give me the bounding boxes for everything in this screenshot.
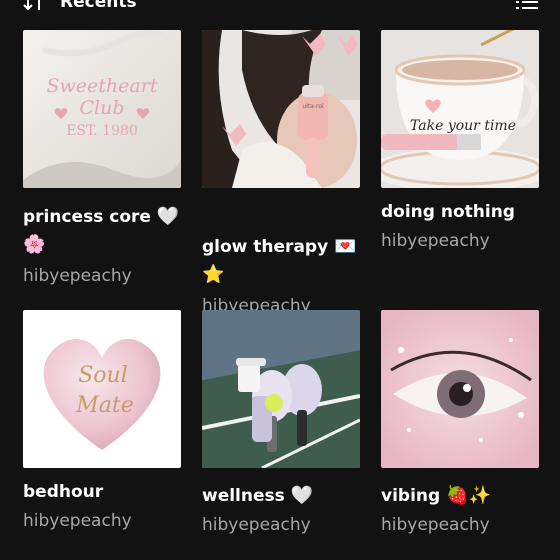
playlist-owner[interactable]: hibyepeachy <box>202 514 311 536</box>
playlist-title-cont[interactable]: ⭐ <box>202 261 224 289</box>
sort-arrows-icon[interactable] <box>22 0 48 12</box>
star-emoji: ⭐ <box>202 264 225 285</box>
cover-text-2: Mate <box>75 393 134 418</box>
playlist-cover[interactable]: Take your time <box>381 30 539 188</box>
cover-image: Soul Mate <box>23 310 181 468</box>
playlist-owner[interactable]: hibyepeachy <box>381 230 490 252</box>
playlist-title[interactable]: bedhour <box>23 478 103 506</box>
playlist-cover[interactable]: Sweetheart Club EST. 1980 <box>23 30 181 188</box>
playlist-card[interactable]: ulta-rol glow therapy 💌 ⭐ hibyepeachy <box>202 30 360 316</box>
cover-text-2: Club <box>79 97 124 119</box>
playlist-card[interactable]: Take your time doing nothing hibyepeachy <box>381 30 539 300</box>
cover-image: ulta-rol <box>202 30 360 188</box>
playlist-card[interactable]: Sweetheart Club EST. 1980 princess core … <box>23 30 181 300</box>
heart-emoji: 🤍 <box>156 206 180 227</box>
library-toolbar: Recents <box>0 0 560 14</box>
cover-image <box>381 310 539 468</box>
cover-text-3: EST. 1980 <box>66 123 138 139</box>
playlist-cover[interactable]: Soul Mate <box>23 310 181 468</box>
playlist-card[interactable]: Soul Mate bedhour hibyepeachy <box>23 310 181 560</box>
cover-image: Take your time <box>381 30 539 188</box>
playlist-owner[interactable]: hibyepeachy <box>23 510 132 532</box>
cover-image <box>202 310 360 468</box>
list-view-icon[interactable] <box>516 0 538 10</box>
love-letter-emoji: 💌 <box>334 236 357 257</box>
sort-label[interactable]: Recents <box>60 0 137 12</box>
cover-text-1: Sweetheart <box>47 75 158 97</box>
playlist-card[interactable]: wellness 🤍 hibyepeachy <box>202 310 360 560</box>
playlist-title[interactable]: doing nothing <box>381 198 515 226</box>
playlist-title-cont[interactable]: 🌸 <box>23 231 45 259</box>
playlist-cover[interactable] <box>381 310 539 468</box>
strawberry-sparkles-emoji: 🍓✨ <box>446 485 491 506</box>
playlist-cover[interactable]: ulta-rol <box>202 30 360 188</box>
playlist-owner[interactable]: hibyepeachy <box>23 265 132 287</box>
blossom-emoji: 🌸 <box>23 234 46 255</box>
playlist-owner[interactable]: hibyepeachy <box>381 514 490 536</box>
library-page: Recents Sweetheart Club EST. 1980 prince… <box>0 0 560 560</box>
cover-text-1: ulta-rol <box>302 103 324 110</box>
cover-image: Sweetheart Club EST. 1980 <box>23 30 181 188</box>
playlist-title[interactable]: princess core 🤍 <box>23 203 179 231</box>
cover-text-1: Take your time <box>410 118 516 134</box>
playlist-title[interactable]: wellness 🤍 <box>202 482 313 510</box>
playlist-title[interactable]: vibing 🍓✨ <box>381 482 491 510</box>
playlist-card[interactable]: vibing 🍓✨ hibyepeachy <box>381 310 539 560</box>
playlist-title[interactable]: glow therapy 💌 <box>202 233 357 261</box>
playlist-cover[interactable] <box>202 310 360 468</box>
cover-text-1: Soul <box>78 363 128 388</box>
heart-emoji: 🤍 <box>290 485 314 506</box>
